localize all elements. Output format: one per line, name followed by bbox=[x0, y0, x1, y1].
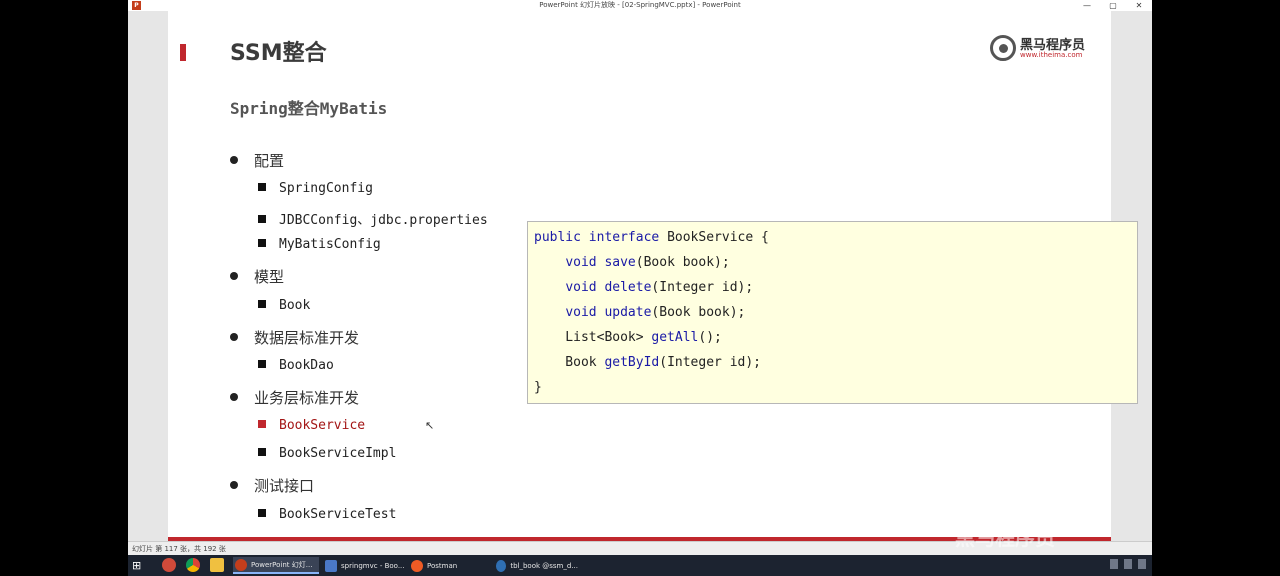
section-label: 配置 bbox=[254, 152, 285, 170]
code-snippet-box: public interface BookService { void save… bbox=[527, 221, 1138, 404]
powerpoint-window: P PowerPoint 幻灯片放映 - [02-SpringMVC.pptx]… bbox=[128, 0, 1152, 555]
code-line: void save(Book book); bbox=[565, 255, 730, 270]
section-dao: 数据层标准开发 bbox=[230, 327, 359, 348]
code-line: List<Book> getAll(); bbox=[534, 330, 722, 345]
taskbar-app-powerpoint[interactable]: PowerPoint 幻灯... bbox=[233, 557, 319, 574]
intellij-icon bbox=[325, 559, 337, 572]
system-tray bbox=[1110, 559, 1146, 569]
square-bullet-icon bbox=[258, 508, 266, 517]
logo-url: www.itheima.com bbox=[1020, 51, 1083, 59]
item-label: BookDao bbox=[279, 358, 334, 373]
code-line: void update(Book book); bbox=[565, 305, 746, 320]
section-service: 业务层标准开发 bbox=[230, 387, 359, 408]
taskbar-app-label: springmvc - Boo... bbox=[341, 561, 405, 570]
taskbar-app-intellij[interactable]: springmvc - Boo... bbox=[323, 557, 405, 574]
bullet-icon bbox=[230, 392, 238, 401]
list-item: MyBatisConfig bbox=[258, 237, 381, 252]
tray-icon[interactable] bbox=[1110, 559, 1118, 569]
code-line: Book getById(Integer id); bbox=[534, 355, 761, 370]
app-icon[interactable] bbox=[162, 558, 176, 572]
logo-icon bbox=[990, 35, 1016, 61]
code-line: } bbox=[534, 380, 542, 395]
taskbar-app-label: Postman bbox=[427, 561, 458, 570]
slide[interactable]: SSM整合 黑马程序员 www.itheima.com Spring整合MyBa… bbox=[168, 11, 1138, 541]
folder-icon[interactable] bbox=[210, 558, 224, 572]
windows-start-icon[interactable]: ⊞ bbox=[132, 559, 146, 573]
square-bullet-icon bbox=[258, 214, 266, 223]
bullet-icon bbox=[230, 332, 238, 341]
slide-title: SSM整合 bbox=[230, 41, 327, 66]
section-test: 测试接口 bbox=[230, 475, 314, 496]
database-icon bbox=[496, 559, 507, 572]
list-item-active: BookService bbox=[258, 418, 365, 433]
taskbar-app-database[interactable]: tbl_book @ssm_d... bbox=[494, 557, 578, 574]
powerpoint-icon bbox=[235, 558, 247, 571]
list-item: BookServiceImpl bbox=[258, 446, 396, 461]
square-bullet-icon bbox=[258, 299, 266, 308]
powerpoint-app-icon: P bbox=[132, 1, 141, 10]
taskbar-app-label: tbl_book @ssm_d... bbox=[510, 561, 578, 570]
tray-icon[interactable] bbox=[1124, 559, 1132, 569]
item-label: Book bbox=[279, 298, 311, 313]
code-line: void delete(Integer id); bbox=[565, 280, 754, 295]
list-item: SpringConfig bbox=[258, 181, 373, 196]
bullet-icon bbox=[230, 271, 238, 280]
chrome-icon[interactable] bbox=[186, 558, 200, 572]
item-label: BookService bbox=[279, 418, 366, 433]
list-item: JDBCConfig、jdbc.properties bbox=[258, 209, 488, 228]
section-label: 模型 bbox=[254, 268, 285, 286]
list-item: Book bbox=[258, 298, 310, 313]
close-button[interactable]: ✕ bbox=[1126, 0, 1152, 11]
item-label: JDBCConfig、jdbc.properties bbox=[279, 213, 488, 228]
bullet-icon bbox=[230, 155, 238, 164]
item-label: MyBatisConfig bbox=[279, 237, 381, 252]
section-label: 数据层标准开发 bbox=[254, 329, 360, 347]
code-line: public interface BookService { bbox=[534, 230, 769, 245]
mouse-cursor-icon: ↖ bbox=[425, 419, 435, 432]
square-bullet-icon bbox=[258, 238, 266, 247]
square-bullet-icon bbox=[258, 182, 266, 191]
slide-counter: 幻灯片 第 117 张，共 192 张 bbox=[132, 545, 226, 553]
maximize-button[interactable]: ▢ bbox=[1100, 0, 1126, 11]
list-item: BookDao bbox=[258, 358, 334, 373]
itheima-logo: 黑马程序员 www.itheima.com bbox=[990, 35, 1090, 63]
item-label: BookServiceImpl bbox=[279, 446, 397, 461]
taskbar-app-postman[interactable]: Postman bbox=[409, 557, 489, 574]
slide-subtitle: Spring整合MyBatis bbox=[230, 99, 388, 118]
list-item: BookServiceTest bbox=[258, 507, 396, 522]
minimize-button[interactable]: — bbox=[1074, 0, 1100, 11]
section-label: 测试接口 bbox=[254, 477, 315, 495]
square-bullet-icon bbox=[258, 447, 266, 456]
window-controls: — ▢ ✕ bbox=[1074, 0, 1152, 11]
taskbar-app-label: PowerPoint 幻灯... bbox=[251, 560, 313, 569]
item-label: BookServiceTest bbox=[279, 507, 397, 522]
title-accent-marker bbox=[180, 44, 186, 61]
section-label: 业务层标准开发 bbox=[254, 389, 360, 407]
section-model: 模型 bbox=[230, 266, 284, 287]
taskbar: ⊞ PowerPoint 幻灯... springmvc - Boo... Po… bbox=[128, 555, 1152, 576]
postman-icon bbox=[411, 559, 423, 572]
square-bullet-icon bbox=[258, 419, 266, 428]
tray-icon[interactable] bbox=[1138, 559, 1146, 569]
section-config: 配置 bbox=[230, 150, 284, 171]
square-bullet-icon bbox=[258, 359, 266, 368]
watermark: 黑马程序员 bbox=[955, 526, 1055, 550]
title-bar: P PowerPoint 幻灯片放映 - [02-SpringMVC.pptx]… bbox=[128, 0, 1152, 11]
window-title: PowerPoint 幻灯片放映 - [02-SpringMVC.pptx] -… bbox=[539, 1, 741, 9]
bullet-icon bbox=[230, 480, 238, 489]
item-label: SpringConfig bbox=[279, 181, 373, 196]
